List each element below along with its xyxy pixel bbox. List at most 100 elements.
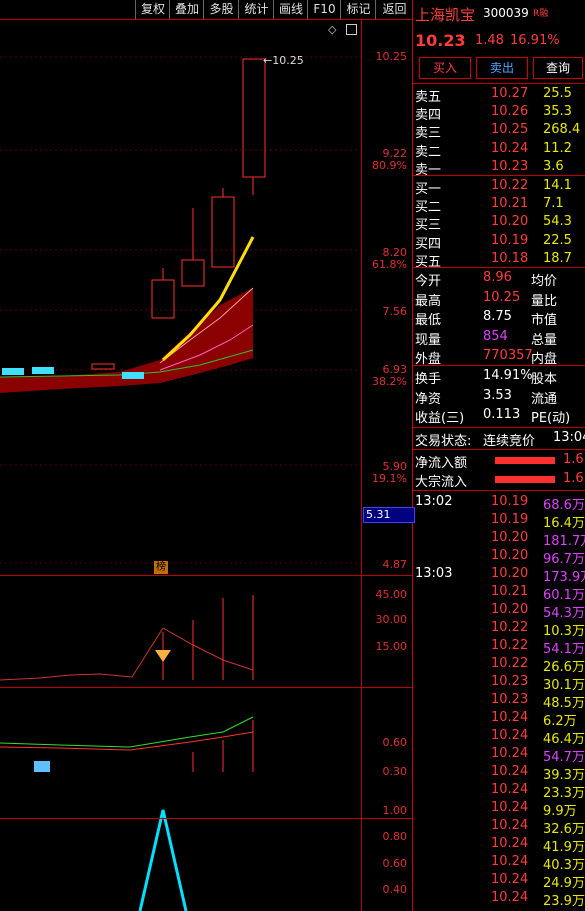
window-toggle-icon[interactable] <box>346 24 357 35</box>
stat-label: 今开 <box>415 274 442 289</box>
ask-price: 10.26 <box>491 104 529 120</box>
tick-row[interactable]: 10.20 181.7万 <box>413 530 585 549</box>
fund-value: 14.91% <box>483 368 533 383</box>
bid-row[interactable]: 买二 10.21 7.1 <box>413 196 585 215</box>
rank-badge[interactable]: 榜 <box>154 561 168 574</box>
bid-row[interactable]: 买四 10.19 22.5 <box>413 233 585 252</box>
tick-row[interactable]: 10.24 46.4万 <box>413 728 585 747</box>
volume-line <box>0 627 254 681</box>
indicator-tick: 0.40 <box>382 883 408 896</box>
toolbar-btn-1[interactable]: 叠加 <box>169 0 204 19</box>
toolbar-btn-4[interactable]: 画线 <box>273 0 308 19</box>
stock-code: 300039 <box>483 6 529 20</box>
tick-volume: 30.1万 <box>543 678 585 693</box>
tick-row[interactable]: 10.22 26.6万 <box>413 656 585 675</box>
tick-price: 10.19 <box>491 512 529 527</box>
tick-price: 10.24 <box>491 710 529 725</box>
margin-tag: R融 <box>533 9 549 19</box>
stat-row[interactable]: 现量 854 总量 <box>413 329 585 348</box>
indicator-line <box>138 809 188 911</box>
ask-label: 卖三 <box>415 126 442 142</box>
tick-price: 10.24 <box>491 872 529 887</box>
stat-row[interactable]: 外盘 770357 内盘 <box>413 348 585 367</box>
tick-volume: 23.3万 <box>543 786 585 801</box>
pct-tick: 80.9% <box>372 159 407 172</box>
tick-row[interactable]: 10.23 48.5万 <box>413 692 585 711</box>
pct-tick: 38.2% <box>372 375 407 388</box>
tick-row[interactable]: 10.24 9.9万 <box>413 800 585 819</box>
tick-volume: 10.3万 <box>543 624 585 639</box>
flow-row[interactable]: 大宗流入 1.6 <box>413 471 585 490</box>
quote-panel: 上海凯宝 300039 R融 10.23 1.48 16.91% 买入 卖出 查… <box>413 0 585 911</box>
current-price-box: 5.31 <box>363 507 415 523</box>
fund-value: 3.53 <box>483 387 512 403</box>
price-tick: 10.25 <box>375 50 408 63</box>
toolbar-btn-2[interactable]: 多股 <box>203 0 239 19</box>
tick-row[interactable]: 10.21 60.1万 <box>413 584 585 603</box>
tick-volume: 23.9万 <box>543 894 585 909</box>
stat-row[interactable]: 最低 8.75 市值 <box>413 309 585 328</box>
tick-row[interactable]: 10.24 6.2万 <box>413 710 585 729</box>
toolbar-btn-0[interactable]: 复权 <box>135 0 170 19</box>
fund-value: 0.113 <box>483 407 521 422</box>
flow-value: 1.6 <box>563 471 584 486</box>
tick-price: 10.24 <box>491 728 529 743</box>
stat-label-right: 均价 <box>531 274 558 289</box>
tick-volume: 32.6万 <box>543 822 585 837</box>
tick-row[interactable]: 10.24 23.3万 <box>413 782 585 801</box>
tick-row[interactable]: 13:02 10.19 68.6万 <box>413 494 585 513</box>
tick-row[interactable]: 10.24 23.9万 <box>413 890 585 909</box>
stat-row[interactable]: 最高 10.25 量比 <box>413 290 585 309</box>
bid-volume: 7.1 <box>543 196 564 212</box>
ask-label: 卖四 <box>415 108 442 124</box>
tick-row[interactable]: 10.24 41.9万 <box>413 836 585 855</box>
candle <box>2 368 24 375</box>
ask-row[interactable]: 卖二 10.24 11.2 <box>413 141 585 160</box>
bid-row[interactable]: 买一 10.22 14.1 <box>413 178 585 197</box>
tick-row[interactable]: 10.22 10.3万 <box>413 620 585 639</box>
tick-row[interactable]: 10.24 32.6万 <box>413 818 585 837</box>
candle <box>32 367 54 374</box>
buy-button[interactable]: 买入 <box>419 57 471 79</box>
tick-row[interactable]: 10.24 40.3万 <box>413 854 585 873</box>
fund-row[interactable]: 换手 14.91% 股本 <box>413 368 585 387</box>
ask-price: 10.25 <box>491 122 529 138</box>
stat-row[interactable]: 今开 8.96 均价 <box>413 270 585 289</box>
ask-label: 卖二 <box>415 144 442 160</box>
tick-row[interactable]: 10.23 30.1万 <box>413 674 585 693</box>
tick-row[interactable]: 13:03 10.20 173.9万 <box>413 566 585 585</box>
tick-price: 10.24 <box>491 800 529 815</box>
tick-row[interactable]: 10.19 16.4万 <box>413 512 585 531</box>
tick-row[interactable]: 10.22 54.1万 <box>413 638 585 657</box>
ask-row[interactable]: 卖三 10.25 268.4 <box>413 122 585 142</box>
sell-button[interactable]: 卖出 <box>476 57 528 79</box>
flow-row[interactable]: 净流入额 1.6 <box>413 452 585 471</box>
toolbar-btn-7[interactable]: 返回 <box>375 0 413 19</box>
tick-row[interactable]: 10.24 24.9万 <box>413 872 585 891</box>
ask-row[interactable]: 卖四 10.26 35.3 <box>413 104 585 124</box>
toolbar-btn-3[interactable]: 统计 <box>238 0 274 19</box>
tick-volume: 96.7万 <box>543 552 585 567</box>
tick-price: 10.19 <box>491 494 529 509</box>
bid-row[interactable]: 买三 10.20 54.3 <box>413 214 585 233</box>
fund-row[interactable]: 收益(三) 0.113 PE(动) <box>413 407 585 426</box>
tick-row[interactable]: 10.24 54.7万 <box>413 746 585 765</box>
tick-row[interactable]: 10.20 96.7万 <box>413 548 585 567</box>
tick-price: 10.22 <box>491 656 529 671</box>
tick-volume: 16.4万 <box>543 516 585 531</box>
chart-canvas[interactable] <box>0 20 412 911</box>
tick-row[interactable]: 10.20 54.3万 <box>413 602 585 621</box>
ask-volume: 25.5 <box>543 86 572 101</box>
toolbar-btn-5[interactable]: F10 <box>307 0 341 19</box>
fund-row[interactable]: 净资 3.53 流通 <box>413 387 585 407</box>
ask-label: 卖五 <box>415 90 442 105</box>
volume-tick: 45.00 <box>375 588 408 601</box>
tick-row[interactable]: 10.24 39.3万 <box>413 764 585 783</box>
flow-label: 大宗流入 <box>415 475 468 490</box>
tick-volume: 39.3万 <box>543 768 585 783</box>
toolbar-btn-6[interactable]: 标记 <box>340 0 376 19</box>
ask-volume: 35.3 <box>543 104 572 120</box>
query-button[interactable]: 查询 <box>533 57 583 79</box>
diamond-icon[interactable]: ◇ <box>328 23 336 36</box>
ask-row[interactable]: 卖五 10.27 25.5 <box>413 86 585 105</box>
